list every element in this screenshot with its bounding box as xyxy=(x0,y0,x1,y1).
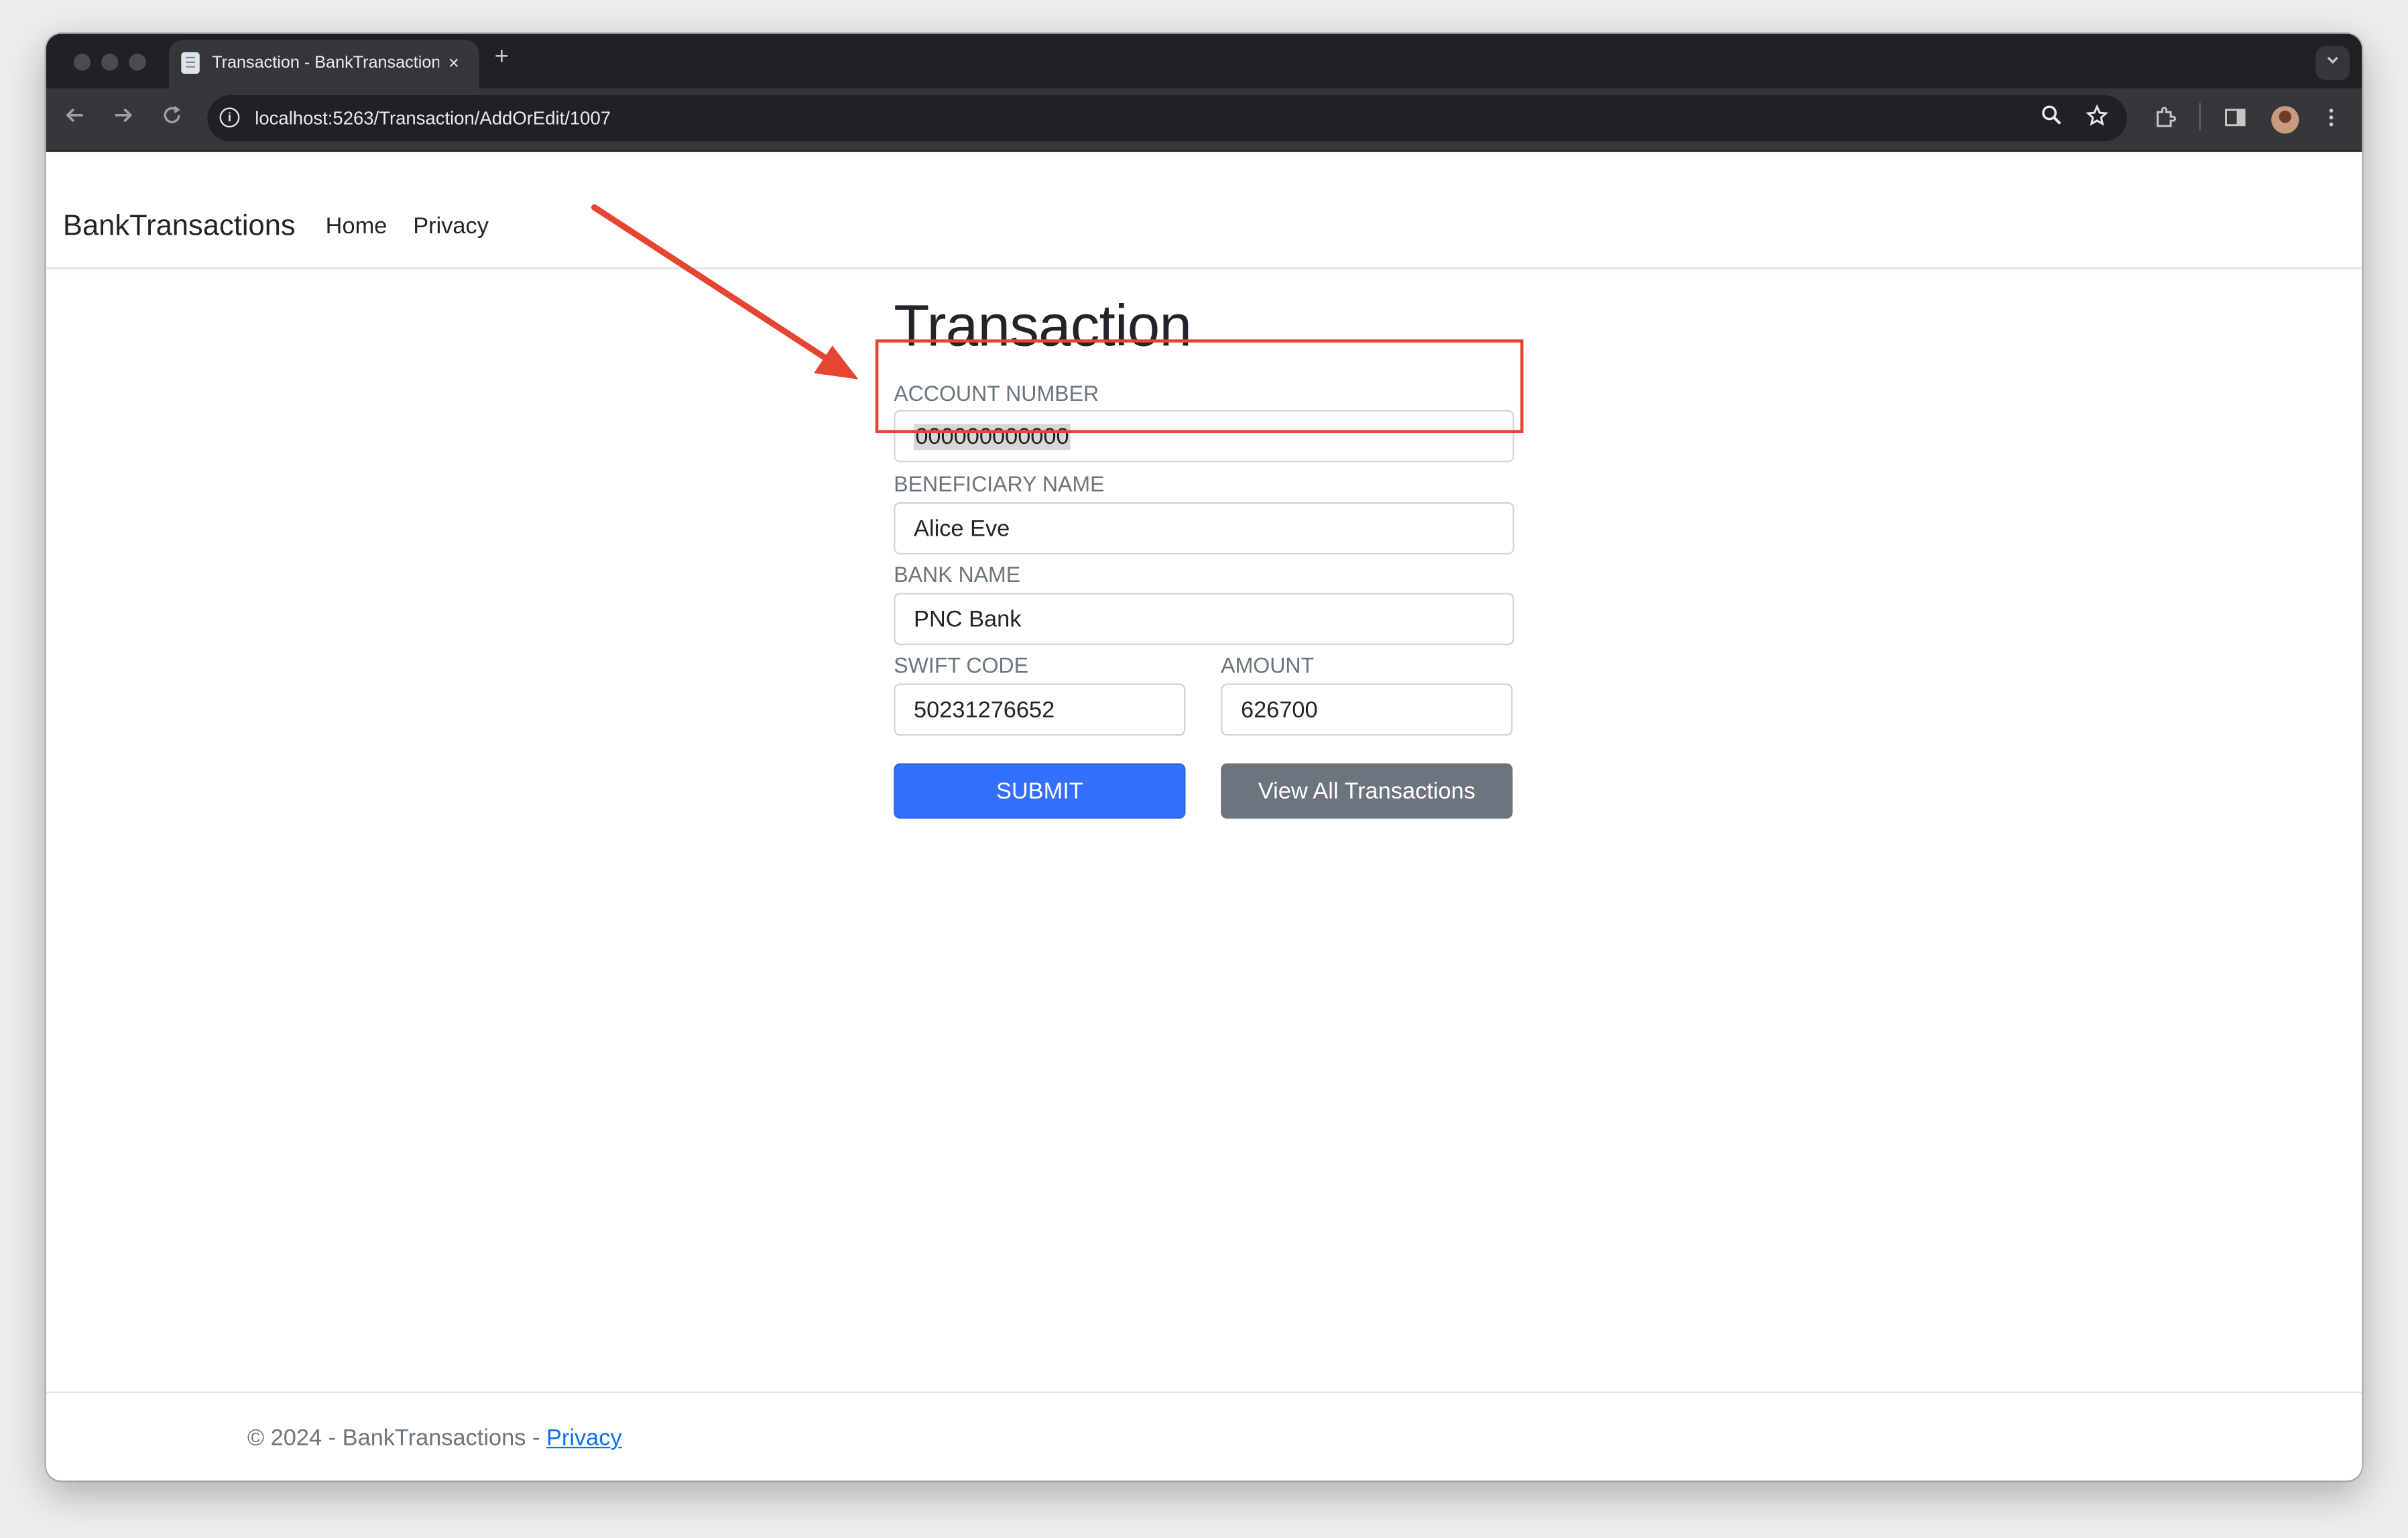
annotation-arrow-icon xyxy=(591,204,859,379)
